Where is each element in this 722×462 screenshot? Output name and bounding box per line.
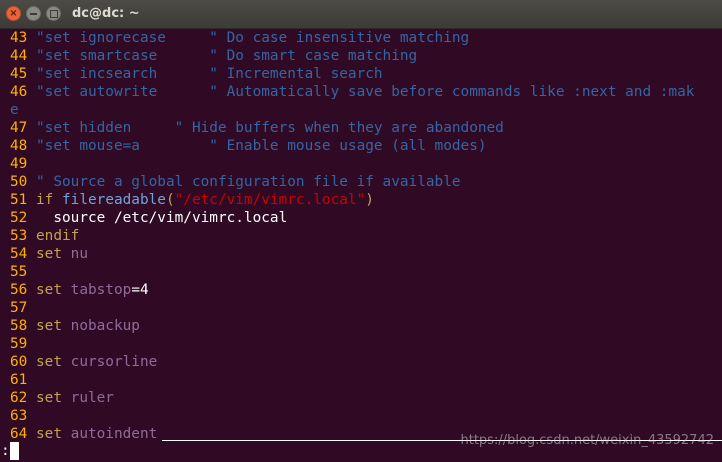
- code-line: 56 set tabstop=4: [10, 281, 149, 299]
- string-literal: "/etc/vim/vimrc.local": [174, 192, 366, 208]
- keyword-text: set: [36, 246, 71, 262]
- keyword-text: set: [36, 354, 71, 370]
- keyword-text: set: [36, 282, 71, 298]
- wrapped-text: e: [10, 102, 19, 118]
- comment-text: "set smartcase " Do smart case matching: [36, 48, 418, 64]
- terminal-content[interactable]: 43 "set ignorecase " Do case insensitive…: [0, 29, 722, 462]
- code-line: 52 source /etc/vim/vimrc.local: [10, 209, 287, 227]
- line-number: 48: [10, 138, 28, 154]
- option-name: autoindent: [70, 426, 158, 442]
- keyword-text: endif: [36, 228, 80, 244]
- line-number: 63: [10, 408, 28, 424]
- close-icon: ×: [9, 7, 18, 19]
- minimize-button[interactable]: [26, 6, 41, 21]
- comment-text: "set hidden " Hide buffers when they are…: [36, 120, 504, 136]
- code-line: 61: [10, 371, 36, 389]
- code-line: 43 "set ignorecase " Do case insensitive…: [10, 29, 469, 47]
- paren-close: ): [365, 192, 374, 208]
- code-line-current: 64 set autoindent: [10, 425, 157, 443]
- terminal-window: × dc@dc: ~ 43 "set ignorecase " Do case …: [0, 0, 722, 462]
- line-number: 59: [10, 336, 28, 352]
- maximize-icon: [49, 9, 58, 18]
- text-cursor: [10, 442, 19, 460]
- code-line: 53 endif: [10, 227, 79, 245]
- keyword-text: set: [36, 426, 71, 442]
- code-line: 46 "set autowrite " Automatically save b…: [10, 83, 694, 101]
- option-value: =4: [131, 282, 149, 298]
- code-line: 58 set nobackup: [10, 317, 140, 335]
- keyword-text: set: [36, 390, 71, 406]
- line-number: 55: [10, 264, 28, 280]
- option-name: tabstop: [70, 282, 132, 298]
- code-line: 51 if filereadable("/etc/vim/vimrc.local…: [10, 191, 374, 209]
- line-number: 64: [10, 426, 28, 442]
- minimize-icon: [30, 12, 37, 15]
- code-line: 60 set cursorline: [10, 353, 157, 371]
- line-number: 61: [10, 372, 28, 388]
- close-button[interactable]: ×: [6, 6, 21, 21]
- comment-text: " Source a global configuration file if …: [36, 174, 461, 190]
- watermark-text: https://blog.csdn.net/weixin_43592742: [460, 433, 714, 448]
- code-text: source /etc/vim/vimrc.local: [36, 210, 288, 226]
- code-line: 50 " Source a global configuration file …: [10, 173, 461, 191]
- option-name: nobackup: [70, 318, 140, 334]
- code-line: 62 set ruler: [10, 389, 114, 407]
- code-line: 48 "set mouse=a " Enable mouse usage (al…: [10, 137, 487, 155]
- window-title: dc@dc: ~: [72, 6, 140, 21]
- function-name: filereadable: [62, 192, 166, 208]
- line-number: 43: [10, 30, 28, 46]
- line-number: 54: [10, 246, 28, 262]
- code-line: 44 "set smartcase " Do smart case matchi…: [10, 47, 417, 65]
- code-line: 59: [10, 335, 36, 353]
- line-number: 60: [10, 354, 28, 370]
- option-name: ruler: [70, 390, 114, 406]
- line-number: 51: [10, 192, 28, 208]
- title-bar[interactable]: × dc@dc: ~: [0, 0, 722, 29]
- keyword-text: if: [36, 192, 62, 208]
- line-number: 45: [10, 66, 28, 82]
- option-name: nu: [70, 246, 88, 262]
- code-line: 54 set nu: [10, 245, 88, 263]
- code-line: 63: [10, 407, 36, 425]
- command-line[interactable]: :: [1, 442, 10, 460]
- maximize-button[interactable]: [46, 6, 61, 21]
- line-number: 47: [10, 120, 28, 136]
- code-line-wrap: e: [10, 101, 19, 119]
- line-number: 52: [10, 210, 28, 226]
- code-line: 55: [10, 263, 36, 281]
- line-number: 56: [10, 282, 28, 298]
- line-number: 62: [10, 390, 28, 406]
- line-number: 46: [10, 84, 28, 100]
- line-number: 57: [10, 300, 28, 316]
- option-name: cursorline: [70, 354, 158, 370]
- line-number: 58: [10, 318, 28, 334]
- code-line: 49: [10, 155, 36, 173]
- code-line: 57: [10, 299, 36, 317]
- keyword-text: set: [36, 318, 71, 334]
- paren-open: (: [165, 192, 175, 208]
- comment-text: "set incsearch " Incremental search: [36, 66, 383, 82]
- comment-text: "set ignorecase " Do case insensitive ma…: [36, 30, 470, 46]
- line-number: 44: [10, 48, 28, 64]
- comment-text: "set mouse=a " Enable mouse usage (all m…: [36, 138, 487, 154]
- code-line: 47 "set hidden " Hide buffers when they …: [10, 119, 504, 137]
- code-line: 45 "set incsearch " Incremental search: [10, 65, 383, 83]
- comment-text: "set autowrite " Automatically save befo…: [36, 84, 695, 100]
- line-number: 50: [10, 174, 28, 190]
- line-number: 49: [10, 156, 28, 172]
- line-number: 53: [10, 228, 28, 244]
